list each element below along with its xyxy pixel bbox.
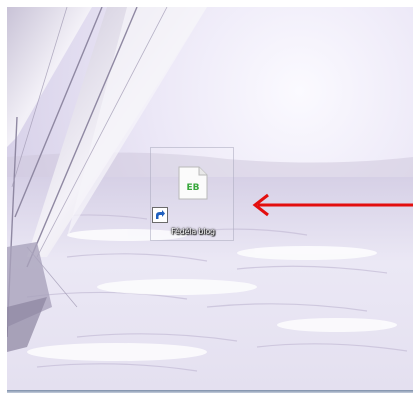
- desktop-screen: EB Fédéla blog: [0, 0, 413, 396]
- file-badge-text: EB: [186, 183, 199, 193]
- shortcut-label: Fédéla blog: [171, 227, 215, 236]
- document-file-icon: EB: [178, 166, 208, 200]
- shortcut-arrow-icon: [152, 207, 168, 223]
- taskbar-edge: [7, 390, 413, 393]
- desktop-shortcut-fedela-blog[interactable]: EB Fédéla blog: [150, 147, 234, 241]
- red-arrow-left-icon: [252, 193, 413, 217]
